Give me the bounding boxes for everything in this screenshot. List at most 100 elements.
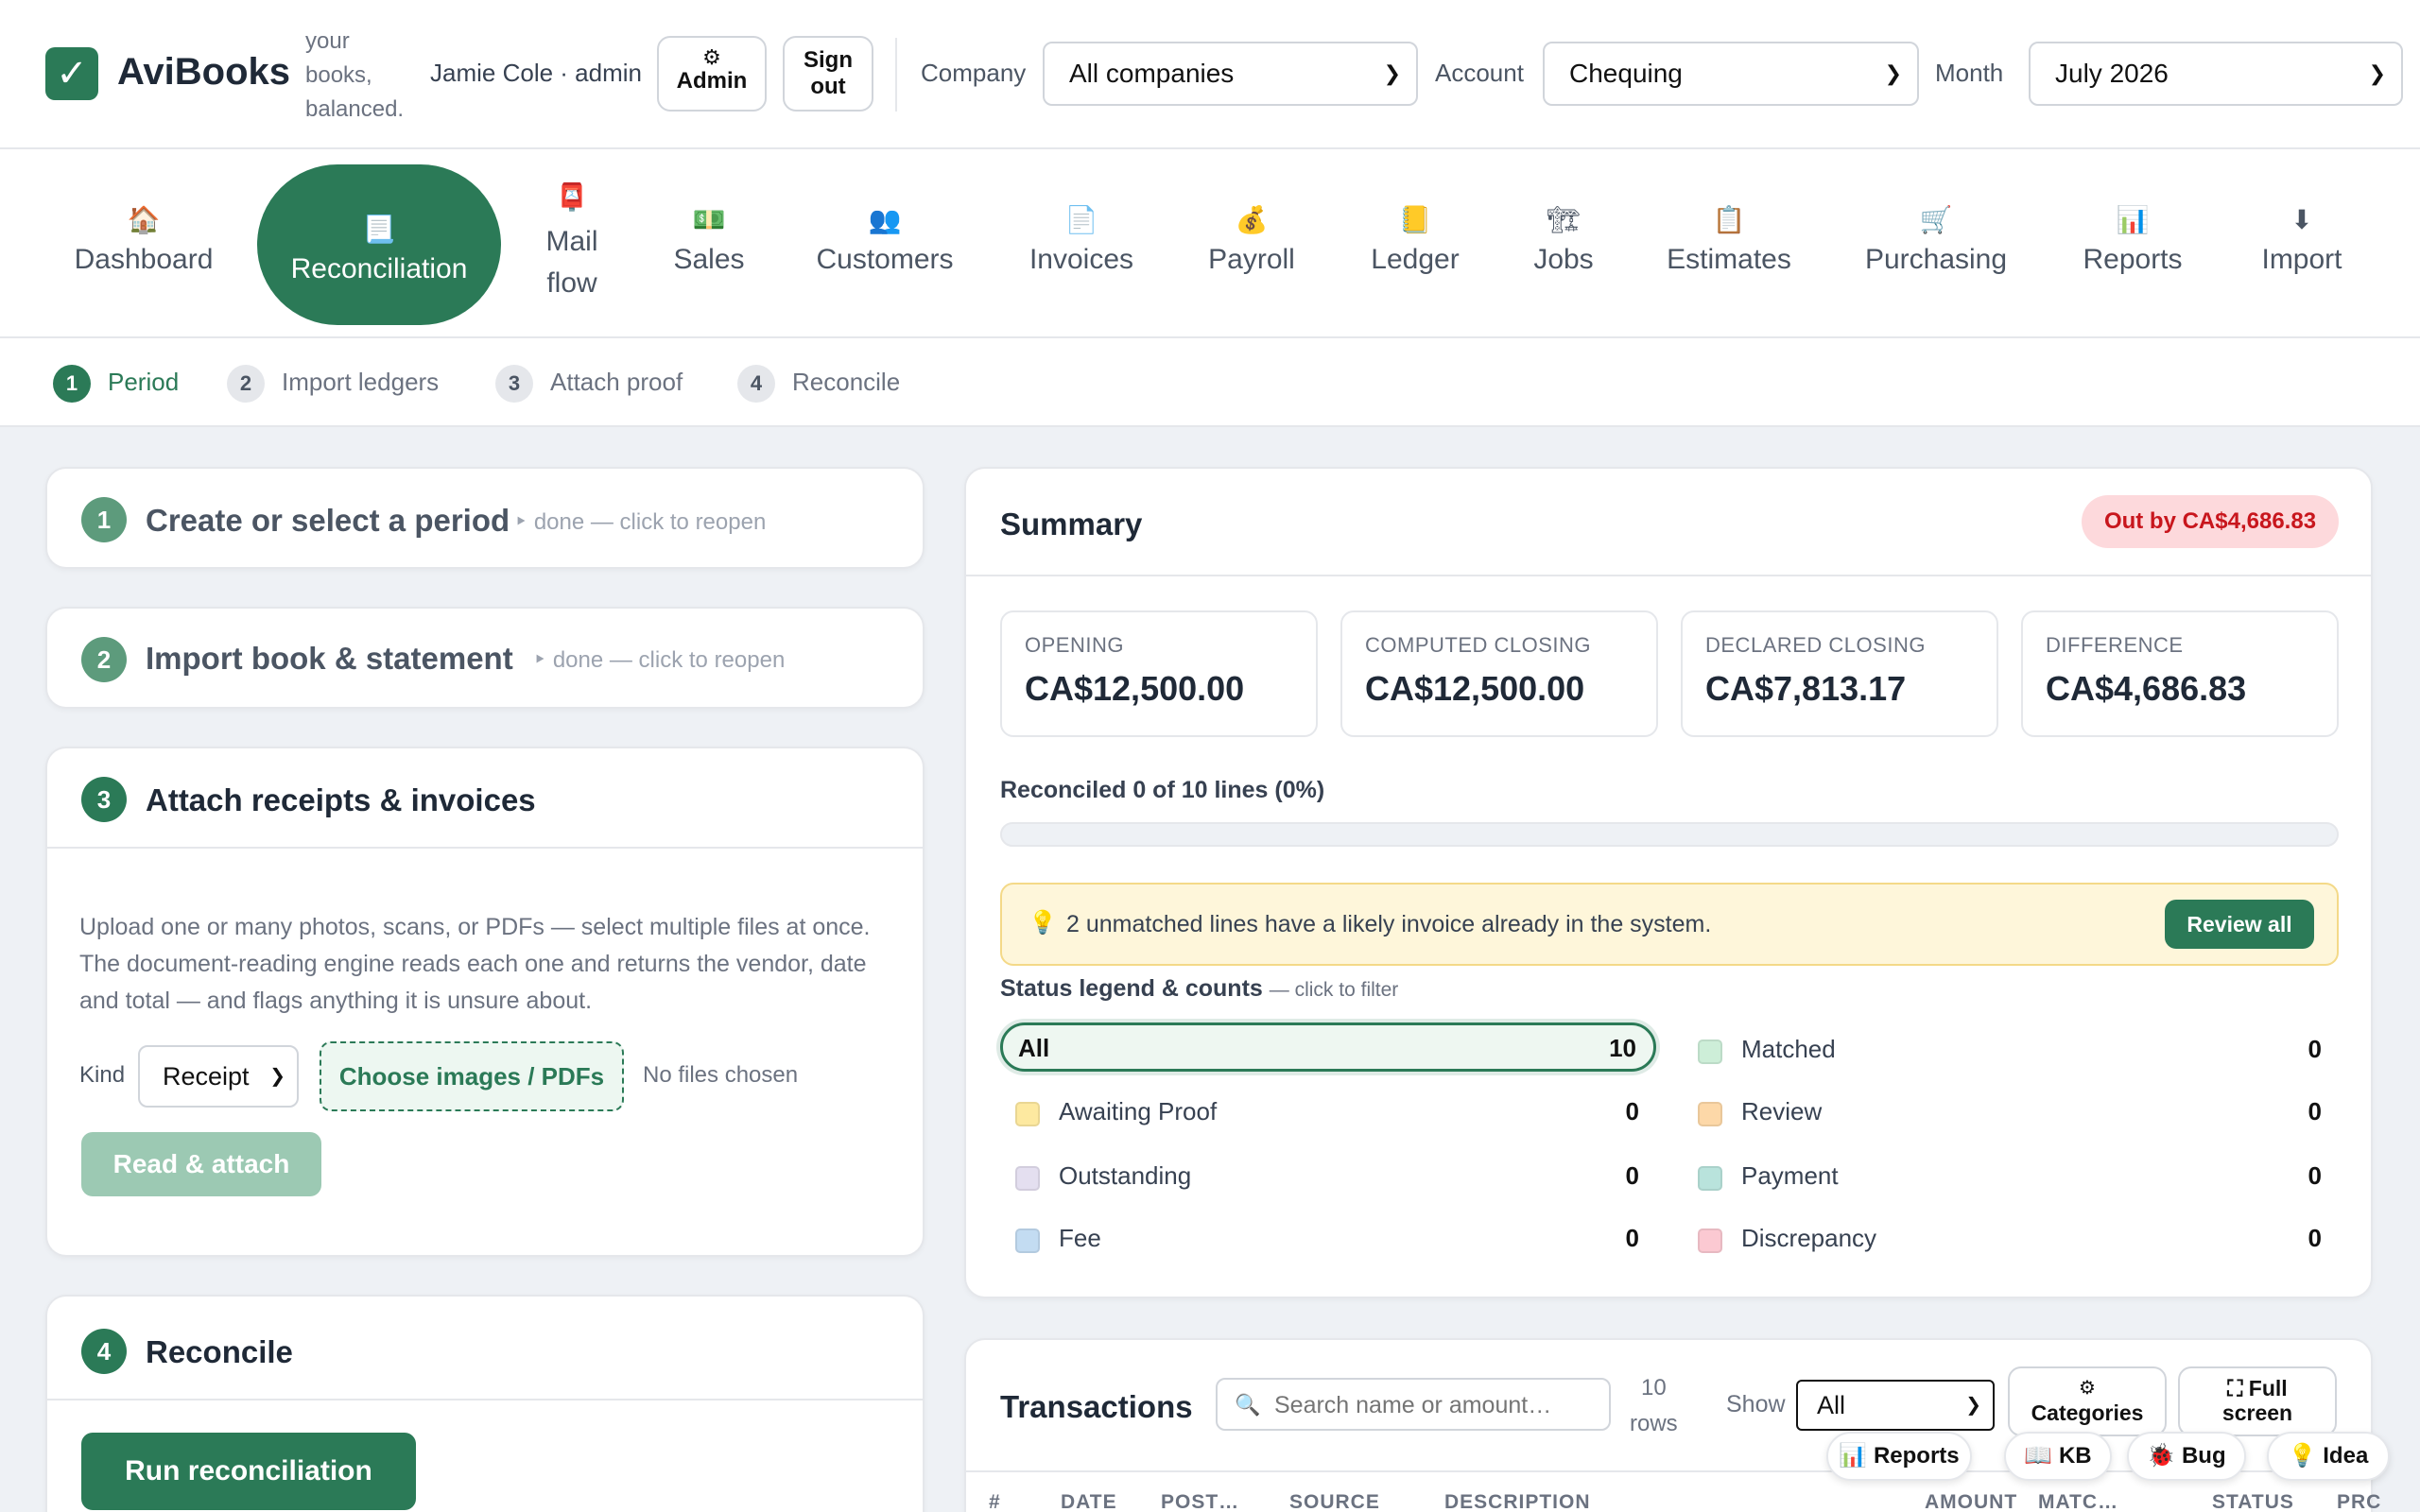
search-field[interactable] [1274,1387,1596,1423]
legend-filter-review[interactable]: Review 0 [1683,1092,2339,1130]
nav-mail-flow[interactable]: 📮 Mail flow [529,181,614,304]
legend-label: All [1018,1034,1050,1062]
month-select[interactable]: July 2026 ❯ [2029,42,2403,106]
book-icon: 📖 [2024,1443,2053,1469]
legend-label: Discrepancy [1741,1224,1877,1252]
legend-filter-all[interactable]: All 10 [1000,1022,1656,1072]
swatch [1015,1102,1040,1126]
sign-out-button[interactable]: Sign out [783,36,873,112]
chip-label: KB [2058,1443,2092,1469]
col-header-source[interactable]: SOURCE [1289,1491,1380,1512]
house-icon: 🏠 [127,205,161,234]
step-attach-proof[interactable]: 3 Attach proof [495,363,683,403]
nav-payroll[interactable]: 💰 Payroll [1195,204,1308,276]
account-value: Chequing [1569,59,1683,88]
stat-computed-closing: COMPUTED CLOSING CA$12,500.00 [1340,610,1658,737]
swatch [1015,1166,1040,1191]
nav-label: Reports [2083,244,2183,275]
nav-label: Mail flow [545,226,598,299]
stat-value: CA$12,500.00 [1025,669,1245,708]
month-label: Month [1935,59,2004,87]
nav-label: Invoices [1028,244,1134,275]
lightbulb-icon: 💡 [1028,910,1057,936]
nav-sales[interactable]: 💵 Sales [662,204,756,276]
nav-ledger[interactable]: 📒 Ledger [1361,204,1469,276]
legend-filter-awaiting-proof[interactable]: Awaiting Proof 0 [1000,1092,1656,1130]
float-bug-button[interactable]: 🐞 Bug [2127,1432,2246,1481]
show-value: All [1817,1391,1846,1419]
chevron-down-icon: ❯ [2368,61,2386,85]
nav-reports[interactable]: 📊 Reports [2070,204,2195,276]
fullscreen-button[interactable]: ⛶ Full screen [2178,1366,2337,1436]
legend-filter-fee[interactable]: Fee 0 [1000,1219,1656,1257]
stat-value: CA$4,686.83 [2046,669,2247,708]
legend-count: 10 [1609,1034,1636,1062]
nav-customers[interactable]: 👥 Customers [804,204,966,276]
step-import-ledgers[interactable]: 2 Import ledgers [227,363,439,403]
nav-label: Ledger [1371,244,1460,275]
show-filter-select[interactable]: All ❯ [1796,1380,1995,1431]
categories-button[interactable]: ⚙ Categories [2008,1366,2167,1436]
month-value: July 2026 [2055,59,2169,88]
step-period[interactable]: 1 Period [53,363,179,403]
step-reconcile[interactable]: 4 Reconcile [737,363,900,403]
card-title: Reconcile [146,1334,293,1369]
col-header-date[interactable]: DATE [1061,1491,1117,1512]
card-import-book[interactable]: 2 Import book & statement ‣ done — click… [45,607,925,709]
nav-import[interactable]: ⬇ Import [2246,204,2358,276]
card-done-note: ‣ done — click to reopen [514,509,767,535]
nav-jobs[interactable]: 🏗 Jobs [1516,204,1611,276]
bar-chart-icon: 📊 [1839,1443,1868,1469]
admin-button[interactable]: ⚙ Admin [657,36,767,112]
card-number: 1 [81,497,127,542]
nav-invoices[interactable]: 📄 Invoices [1015,204,1148,276]
nav-label: Sales [673,244,745,275]
chevron-down-icon: ❯ [269,1066,285,1087]
legend-filter-outstanding[interactable]: Outstanding 0 [1000,1157,1656,1194]
money-bag-icon: 💰 [1235,205,1269,234]
admin-label: Admin [676,68,748,94]
legend-filter-matched[interactable]: Matched 0 [1683,1030,2339,1068]
legend-count: 0 [2308,1035,2322,1063]
transactions-title: Transactions [1000,1389,1193,1424]
nav-estimates[interactable]: 📋 Estimates [1658,204,1800,276]
nav-reconciliation[interactable]: 📃 Reconciliation [257,164,501,325]
search-input[interactable]: 🔍 [1216,1378,1611,1431]
stat-label: COMPUTED CLOSING [1365,633,1592,657]
kind-label: Kind [79,1062,126,1088]
col-header-match[interactable]: MATC… [2038,1491,2118,1512]
float-kb-button[interactable]: 📖 KB [2004,1432,2112,1481]
col-header-status[interactable]: STATUS [2212,1491,2294,1512]
nav-purchasing[interactable]: 🛒 Purchasing [1858,204,2014,276]
choose-files-button[interactable]: Choose images / PDFs [320,1041,624,1111]
company-select[interactable]: All companies ❯ [1043,42,1418,106]
swatch [1698,1166,1722,1191]
run-reconciliation-button[interactable]: Run reconciliation [81,1433,416,1510]
review-all-button[interactable]: Review all [2165,900,2314,949]
col-header-posted[interactable]: POST… [1161,1491,1239,1512]
card-create-period[interactable]: 1 Create or select a period ‣ done — cli… [45,467,925,569]
col-header-proof[interactable]: PRC [2337,1491,2381,1512]
col-header-description[interactable]: DESCRIPTION [1444,1491,1591,1512]
divider [47,1399,923,1400]
float-idea-button[interactable]: 💡 Idea [2267,1432,2390,1481]
no-files-text: No files chosen [643,1062,799,1088]
float-reports-button[interactable]: 📊 Reports [1826,1432,1972,1481]
kind-select[interactable]: Receipt ❯ [138,1045,299,1108]
step-number: 2 [227,365,265,403]
col-header-amount[interactable]: AMOUNT [1925,1491,2017,1512]
mailbox-icon: 📮 [555,182,589,212]
stat-label: DIFFERENCE [2046,633,2184,657]
legend-label: Outstanding [1059,1161,1192,1190]
wizard-steps: 1 Period 2 Import ledgers 3 Attach proof 4R… [0,338,2420,427]
legend-filter-discrepancy[interactable]: Discrepancy 0 [1683,1219,2339,1257]
col-header-index[interactable]: # [989,1491,1001,1512]
nav-dashboard[interactable]: 🏠 Dashboard [59,204,229,276]
row-count: 10 rows [1630,1370,1678,1442]
row-count-label: rows [1630,1411,1678,1436]
swatch [1698,1040,1722,1064]
nav-label: Import [2261,244,2342,275]
legend-filter-payment[interactable]: Payment 0 [1683,1157,2339,1194]
account-select[interactable]: Chequing ❯ [1543,42,1919,106]
read-attach-button[interactable]: Read & attach [81,1132,321,1196]
